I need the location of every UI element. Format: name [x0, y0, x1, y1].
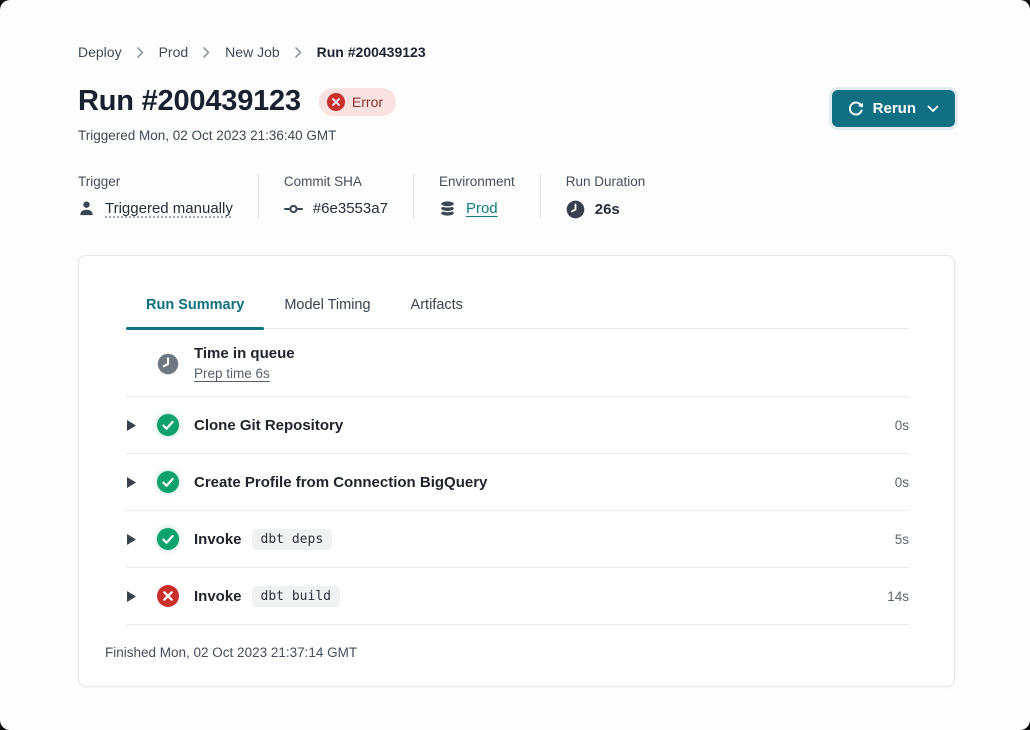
finished-timestamp: Finished Mon, 02 Oct 2023 21:37:14 GMT: [79, 625, 954, 686]
step-duration: 5s: [895, 532, 909, 547]
page-header: Run #200439123 Error Triggered Mon, 02 O…: [78, 85, 955, 143]
triggered-timestamp: Triggered Mon, 02 Oct 2023 21:36:40 GMT: [78, 128, 396, 143]
chevron-down-icon: [927, 105, 939, 113]
tab-bar: Run Summary Model Timing Artifacts: [126, 256, 909, 329]
step-command-chip: dbt build: [252, 586, 340, 607]
step-title: Invoke: [194, 531, 242, 548]
prep-time-link[interactable]: Prep time 6s: [194, 366, 270, 381]
x-circle-icon: [327, 93, 345, 111]
step-duration: 14s: [887, 589, 909, 604]
trigger-label: Trigger: [78, 174, 233, 189]
trigger-value[interactable]: Triggered manually: [105, 200, 233, 217]
commit-sha-meta: Commit SHA #6e3553a7: [259, 174, 414, 219]
breadcrumb-item-deploy[interactable]: Deploy: [78, 44, 122, 60]
run-duration-meta: Run Duration 26s: [541, 174, 671, 219]
status-badge: Error: [319, 88, 396, 116]
trigger-meta: Trigger Triggered manually: [78, 174, 259, 219]
database-icon: [439, 200, 456, 217]
rerun-button[interactable]: Rerun: [832, 90, 955, 127]
step-row-create-profile: Create Profile from Connection BigQuery …: [126, 454, 909, 511]
check-circle-icon: [157, 528, 179, 550]
status-badge-label: Error: [352, 94, 383, 110]
breadcrumb-item-current-run: Run #200439123: [317, 44, 426, 60]
commit-sha-value: #6e3553a7: [313, 200, 388, 217]
step-duration: 0s: [895, 418, 909, 433]
tab-artifacts[interactable]: Artifacts: [391, 284, 483, 328]
x-circle-icon: [157, 585, 179, 607]
step-row-dbt-build: Invoke dbt build 14s: [126, 568, 909, 625]
tab-run-summary[interactable]: Run Summary: [126, 284, 264, 328]
step-title: Create Profile from Connection BigQuery: [194, 474, 487, 491]
run-duration-label: Run Duration: [566, 174, 646, 189]
expand-caret-icon[interactable]: [126, 476, 139, 489]
expand-caret-icon[interactable]: [126, 533, 139, 546]
chevron-right-icon: [203, 47, 210, 58]
rerun-button-label: Rerun: [873, 100, 916, 117]
page-title: Run #200439123: [78, 85, 301, 118]
breadcrumb: Deploy Prod New Job Run #200439123: [78, 0, 955, 60]
step-row-dbt-deps: Invoke dbt deps 5s: [126, 511, 909, 568]
person-icon: [78, 200, 95, 217]
expand-caret-icon[interactable]: [126, 419, 139, 432]
run-details-page: Deploy Prod New Job Run #200439123 Run #…: [0, 0, 1030, 730]
step-title: Invoke: [194, 588, 242, 605]
step-duration: 0s: [895, 475, 909, 490]
chevron-right-icon: [295, 47, 302, 58]
step-command-chip: dbt deps: [252, 529, 333, 550]
refresh-icon: [848, 101, 864, 117]
run-summary-card: Run Summary Model Timing Artifacts Time …: [78, 255, 955, 687]
environment-meta: Environment Prod: [414, 174, 541, 219]
check-circle-icon: [157, 471, 179, 493]
tab-model-timing[interactable]: Model Timing: [264, 284, 390, 328]
check-circle-icon: [157, 414, 179, 436]
step-row-clone-git: Clone Git Repository 0s: [126, 397, 909, 454]
breadcrumb-item-new-job[interactable]: New Job: [225, 44, 279, 60]
expand-caret-icon[interactable]: [126, 590, 139, 603]
time-in-queue-row: Time in queue Prep time 6s: [126, 329, 909, 397]
run-duration-value: 26s: [595, 201, 620, 218]
environment-link[interactable]: Prod: [466, 200, 498, 217]
run-meta-strip: Trigger Triggered manually Commit SHA #6…: [78, 174, 955, 219]
chevron-right-icon: [137, 47, 144, 58]
commit-icon: [284, 203, 303, 215]
queue-title: Time in queue: [194, 345, 295, 362]
environment-label: Environment: [439, 174, 515, 189]
step-title: Clone Git Repository: [194, 417, 343, 434]
commit-sha-label: Commit SHA: [284, 174, 388, 189]
clock-icon: [157, 353, 179, 375]
clock-icon: [566, 200, 585, 219]
breadcrumb-item-prod[interactable]: Prod: [159, 44, 189, 60]
